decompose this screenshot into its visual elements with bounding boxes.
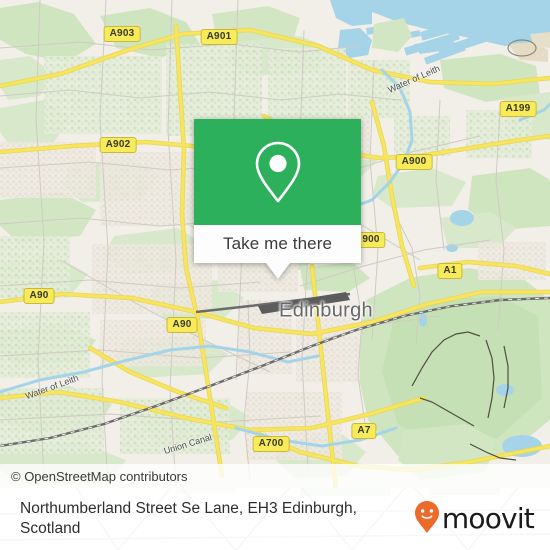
take-me-there-label: Take me there	[222, 234, 333, 253]
road-shield-a1: A1	[437, 263, 463, 279]
footer-bar: Northumberland Street Se Lane, EH3 Edinb…	[0, 488, 550, 550]
road-shield-a900-north: A900	[395, 154, 433, 170]
map-pin-icon	[252, 139, 304, 205]
road-shield-a901: A901	[200, 29, 238, 45]
callout-action-bar[interactable]: Take me there	[194, 225, 361, 263]
road-shield-a90-central: A90	[166, 317, 198, 333]
map-attribution: © OpenStreetMap contributors	[0, 464, 550, 488]
road-shield-a199: A199	[499, 101, 537, 117]
road-shield-a903: A903	[103, 26, 141, 42]
moovit-logo[interactable]: moovit	[414, 500, 535, 539]
road-shield-a7: A7	[351, 423, 377, 439]
take-me-there-callout[interactable]: Take me there	[194, 119, 361, 279]
moovit-wordmark: moovit	[441, 502, 535, 535]
callout-tail	[265, 263, 290, 279]
location-title: Northumberland Street Se Lane, EH3 Edinb…	[20, 500, 357, 537]
attribution-text: © OpenStreetMap contributors	[11, 468, 188, 484]
map-label-edinburgh: Edinburgh	[279, 299, 373, 322]
road-shield-a90-west: A90	[23, 288, 55, 304]
footer-content: Northumberland Street Se Lane, EH3 Edinb…	[0, 488, 550, 550]
map-canvas[interactable]: A903 A901 A199 A902 A900 900 A1 A90 A90 …	[0, 0, 550, 488]
callout-pin-panel	[194, 119, 361, 225]
moovit-pin-icon	[414, 500, 440, 539]
app-root: A903 A901 A199 A902 A900 900 A1 A90 A90 …	[0, 0, 550, 550]
road-shield-a700: A700	[252, 436, 290, 452]
road-shield-a902: A902	[99, 137, 137, 153]
